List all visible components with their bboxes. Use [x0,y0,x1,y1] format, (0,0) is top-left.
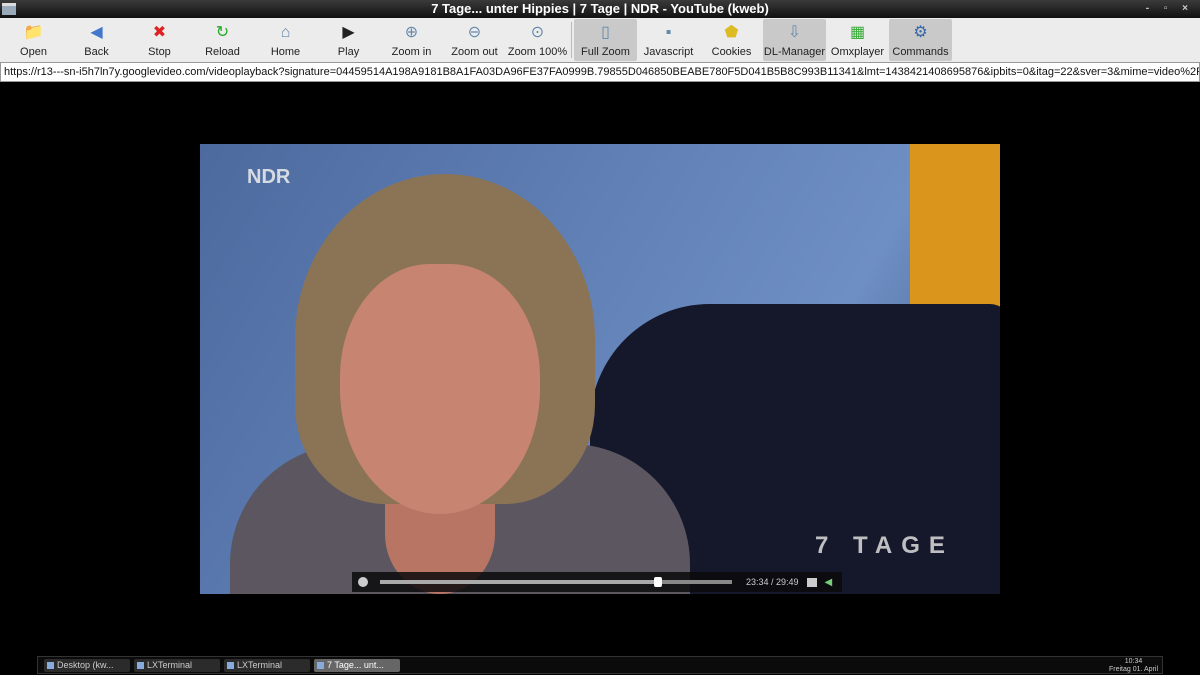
url-field[interactable]: https://r13---sn-i5h7ln7y.googlevideo.co… [0,62,1200,82]
title-bar: 7 Tage... unter Hippies | 7 Tage | NDR -… [0,0,1200,18]
toolbar-button-commands[interactable]: ⚙ Commands [889,19,952,61]
ndr-logo: NDR [247,166,291,188]
show-logo: 7 TAGE [815,532,954,559]
video-controls: 23:34 / 29:49 ◀ [352,572,842,592]
taskbar-item[interactable]: LXTerminal [134,658,220,672]
clock-date: Freitag 01. April [1108,666,1158,673]
zoom-out-icon: ⊖ [467,24,482,41]
taskbar: Desktop (kw... LXTerminal LXTerminal 7 Tage… [37,656,1163,674]
toolbar-separator [571,22,572,58]
omxplayer-icon: ▦ [849,24,866,41]
toolbar-button-omxplayer[interactable]: ▦ Omxplayer [826,19,889,61]
clock-time: 10:34 [1124,658,1143,665]
toolbar-button-play[interactable]: ▶ Play [317,19,380,61]
toolbar-button-home[interactable]: ⌂ Home [254,19,317,61]
toolbar-button-dl-manager[interactable]: ⇩ DL-Manager [763,19,826,61]
toolbar-button-label: Zoom out [451,46,498,58]
video-player[interactable]: NDR 7 TAGE 23:34 / 29:49 ◀ [200,144,1000,594]
folder-icon: 📁 [23,24,44,41]
taskbar-item-label: LXTerminal [147,659,193,670]
back-arrow-icon: ◀ [90,24,103,41]
window-controls[interactable]: - ▫ × [1146,0,1194,18]
taskbar-item-label: Desktop (kw... [57,659,114,670]
reload-icon: ↻ [215,24,230,41]
toolbar-button-cookies[interactable]: ⬟ Cookies [700,19,763,61]
toolbar-button-label: Zoom in [391,46,432,58]
toolbar-button-zoom-in[interactable]: ⊕ Zoom in [380,19,443,61]
play-pause-icon[interactable] [358,577,368,587]
javascript-icon: ▪ [665,24,672,41]
toolbar-button-stop[interactable]: ✖ Stop [128,19,191,61]
play-icon: ▶ [342,24,355,41]
toolbar-button-zoom-out[interactable]: ⊖ Zoom out [443,19,506,61]
taskbar-item[interactable]: 7 Tage... unt... [314,658,400,672]
toolbar-button-reload[interactable]: ↻ Reload [191,19,254,61]
app-icon [2,3,16,15]
window-icon [317,661,324,669]
time-display: 23:34 / 29:49 [746,577,799,587]
gear-icon: ⚙ [913,24,928,41]
taskbar-item[interactable]: Desktop (kw... [44,658,130,672]
toolbar-button-label: Play [337,46,360,58]
home-icon: ⌂ [280,24,291,41]
window-icon [227,661,234,669]
toolbar-button-back[interactable]: ◀ Back [65,19,128,61]
toolbar-button-label: Omxplayer [830,46,885,58]
full-zoom-icon: ▯ [601,24,610,41]
video-background [910,144,1000,324]
cookies-icon: ⬟ [724,24,739,41]
toolbar-button-javascript[interactable]: ▪ Javascript [637,19,700,61]
video-person [340,264,540,514]
seek-handle[interactable] [654,577,663,587]
zoom-reset-icon: ⊙ [530,24,545,41]
volume-icon[interactable]: ◀ [825,577,833,588]
toolbar: 📁 Open ◀ Back ✖ Stop ↻ Reload ⌂ Home ▶ Play ⊕ Zoom in… [0,18,1200,62]
toolbar-button-zoom-100-[interactable]: ⊙ Zoom 100% [506,19,569,61]
toolbar-button-open[interactable]: 📁 Open [2,19,65,61]
toolbar-button-label: Home [270,46,301,58]
toolbar-button-full-zoom[interactable]: ▯ Full Zoom [574,19,637,61]
window-title: 7 Tage... unter Hippies | 7 Tage | NDR -… [431,1,769,16]
zoom-in-icon: ⊕ [404,24,419,41]
window-icon [137,661,144,669]
fullscreen-icon[interactable] [806,577,817,587]
toolbar-button-label: DL-Manager [763,46,826,58]
taskbar-item-label: LXTerminal [237,659,283,670]
toolbar-button-label: Reload [205,46,240,58]
download-icon: ⇩ [787,24,802,41]
toolbar-button-label: Full Zoom [581,46,630,58]
toolbar-button-label: Commands [892,46,949,58]
seek-fill [380,580,659,584]
toolbar-button-label: Back [84,46,109,58]
toolbar-button-label: Javascript [643,46,694,58]
taskbar-item[interactable]: LXTerminal [224,658,310,672]
clock[interactable]: 10:34 Freitag 01. April [1109,658,1158,674]
stop-icon: ✖ [152,24,167,41]
toolbar-button-label: Cookies [711,46,752,58]
window-icon [47,661,54,669]
toolbar-button-label: Zoom 100% [507,46,568,58]
toolbar-button-label: Open [20,46,47,58]
seek-bar[interactable] [380,577,732,587]
taskbar-item-label: 7 Tage... unt... [327,659,384,670]
toolbar-button-label: Stop [148,46,171,58]
